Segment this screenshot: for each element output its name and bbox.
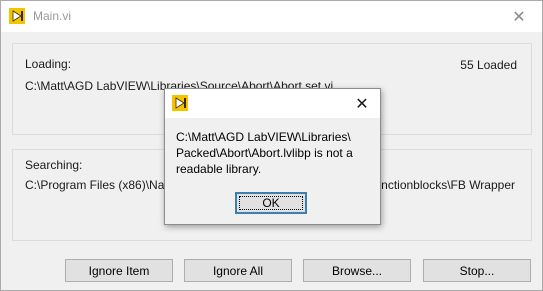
- loaded-count: 55 Loaded: [460, 58, 517, 72]
- labview-icon: [9, 8, 25, 24]
- stop-button[interactable]: Stop...: [423, 259, 531, 282]
- close-icon[interactable]: ✕: [496, 1, 542, 32]
- dialog-message-line: C:\Matt\AGD LabVIEW\Libraries\: [176, 130, 351, 144]
- dialog-title-bar[interactable]: ✕: [165, 89, 380, 118]
- dialog-message: C:\Matt\AGD LabVIEW\Libraries\ Packed\Ab…: [176, 129, 376, 177]
- ignore-all-button[interactable]: Ignore All: [184, 259, 292, 282]
- dialog-message-line: Packed\Abort\Abort.lvlibp is not a: [176, 146, 353, 160]
- labview-icon: [172, 95, 188, 111]
- loading-label: Loading:: [25, 57, 72, 71]
- searching-path-right: nctionblocks\FB Wrapper: [381, 178, 515, 192]
- error-dialog: ✕ C:\Matt\AGD LabVIEW\Libraries\ Packed\…: [164, 88, 381, 225]
- ok-button[interactable]: OK: [235, 192, 307, 214]
- window-title: Main.vi: [33, 9, 72, 23]
- title-bar[interactable]: Main.vi ✕: [1, 1, 542, 32]
- dialog-message-line: readable library.: [176, 162, 262, 176]
- searching-path-left: C:\Program Files (x86)\Nat: [25, 178, 168, 192]
- browse-button[interactable]: Browse...: [303, 259, 411, 282]
- close-icon[interactable]: ✕: [344, 89, 380, 118]
- ignore-item-button[interactable]: Ignore Item: [65, 259, 173, 282]
- searching-label: Searching:: [25, 158, 83, 172]
